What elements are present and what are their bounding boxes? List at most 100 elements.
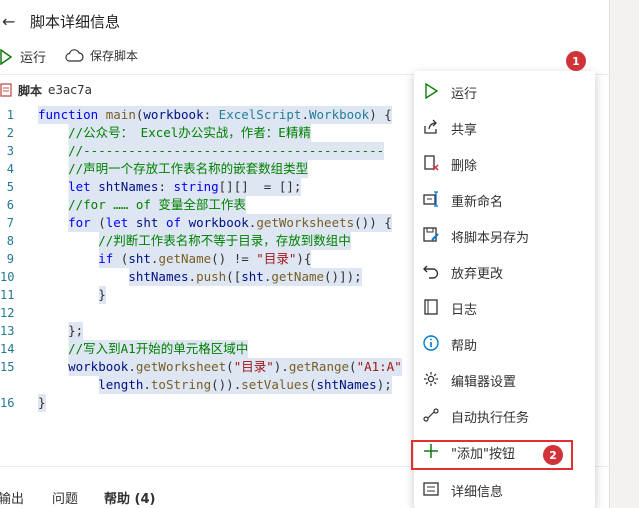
code-line[interactable]: 6 //for …… of 变量全部工作表 xyxy=(0,196,440,214)
menu-item-info[interactable]: 帮助 xyxy=(414,325,595,361)
script-file-icon xyxy=(0,83,12,97)
code-text: workbook.getWorksheet("目录").getRange("A1… xyxy=(38,358,402,376)
header: ← 脚本详细信息 xyxy=(0,0,609,42)
line-number: 15 xyxy=(0,360,15,374)
code-line[interactable]: 9 if (sht.getName() != "目录"){ xyxy=(0,250,440,268)
code-text: //写入到A1开始的单元格区域中 xyxy=(38,340,249,358)
code-line[interactable]: 15 workbook.getWorksheet("目录").getRange(… xyxy=(0,358,440,376)
code-line[interactable]: 14 //写入到A1开始的单元格区域中 xyxy=(0,340,440,358)
toolbar: 运行 保存脚本 xyxy=(0,44,600,70)
line-number: 1 xyxy=(6,108,14,122)
line-number: 9 xyxy=(6,252,14,266)
menu-item-label: 放弃更改 xyxy=(451,267,504,282)
undo-icon xyxy=(423,265,439,279)
play-icon xyxy=(0,48,12,65)
rename-icon xyxy=(423,191,438,207)
code-text: //--------------------------------------… xyxy=(38,142,385,160)
delete-icon xyxy=(424,155,439,171)
menu-item-details[interactable]: 详细信息 xyxy=(414,471,595,507)
line-number: 5 xyxy=(6,180,14,194)
line-number: 10 xyxy=(0,270,15,284)
cloud-save-icon xyxy=(65,48,84,62)
line-number: 16 xyxy=(0,396,15,410)
line-number: 2 xyxy=(6,126,14,140)
line-number: 3 xyxy=(6,144,14,158)
code-line[interactable]: length.toString()).setValues(shtNames); xyxy=(0,376,440,394)
menu-item-label: 自动执行任务 xyxy=(451,411,530,426)
code-text: //声明一个存放工作表名称的嵌套数组类型 xyxy=(38,160,309,178)
menu-item-label: 日志 xyxy=(451,303,478,318)
menu-item-undo[interactable]: 放弃更改 xyxy=(414,253,595,289)
line-number: 12 xyxy=(0,306,15,320)
line-number: 14 xyxy=(0,342,15,356)
line-number: 11 xyxy=(0,288,15,302)
code-text: }; xyxy=(38,322,84,340)
share-icon xyxy=(424,119,437,134)
code-text: //for …… of 变量全部工作表 xyxy=(38,196,246,214)
code-text: if (sht.getName() != "目录"){ xyxy=(38,250,312,268)
step-badge-2: 2 xyxy=(543,445,563,465)
code-text: shtNames.push([sht.getName()]); xyxy=(38,268,362,286)
menu-item-label: 重新命名 xyxy=(451,195,504,210)
tab-help[interactable]: 帮助 (4) xyxy=(104,488,155,507)
menu-item-label: 删除 xyxy=(451,159,478,174)
menu-item-label: 将脚本另存为 xyxy=(451,231,530,246)
code-text: length.toString()).setValues(shtNames); xyxy=(38,376,392,394)
code-text: //公众号： Excel办公实战，作者：E精精 xyxy=(38,124,311,142)
line-number: 8 xyxy=(6,234,14,248)
code-line[interactable]: 3 //------------------------------------… xyxy=(0,142,440,160)
menu-item-label: 详细信息 xyxy=(451,485,504,500)
menu-item-play[interactable]: 运行 xyxy=(414,73,595,109)
code-line[interactable]: 16} xyxy=(0,394,440,412)
menu-item-log[interactable]: 日志 xyxy=(414,289,595,325)
menu-item-save-as[interactable]: 将脚本另存为 xyxy=(414,217,595,253)
code-line[interactable]: 11 } xyxy=(0,286,440,304)
save-script-button[interactable]: 保存脚本 xyxy=(64,47,138,64)
save-button-label: 保存脚本 xyxy=(90,49,139,63)
code-line[interactable]: 8 //判断工作表名称不等于目录，存放到数组中 xyxy=(0,232,440,250)
menu-item-label: 帮助 xyxy=(451,339,478,354)
code-text: let shtNames: string[][] = []; xyxy=(38,178,302,196)
info-icon xyxy=(423,335,439,351)
tab-problems[interactable]: 问题 xyxy=(52,488,78,507)
code-text: } xyxy=(38,286,106,304)
code-line[interactable]: 10 shtNames.push([sht.getName()]); xyxy=(0,268,440,286)
code-line[interactable]: 2 //公众号： Excel办公实战，作者：E精精 xyxy=(0,124,440,142)
play-icon xyxy=(425,83,439,99)
code-editor[interactable]: 1 function main(workbook: ExcelScript.Wor… xyxy=(0,104,440,460)
details-icon xyxy=(423,482,439,496)
menu-item-share[interactable]: 共享 xyxy=(414,109,595,145)
log-icon xyxy=(424,299,438,315)
code-text: for (let sht of workbook.getWorksheets()… xyxy=(38,214,392,232)
menu-item-rename[interactable]: 重新命名 xyxy=(414,181,595,217)
menu-item-label: 运行 xyxy=(451,87,478,102)
menu-item-flow[interactable]: 自动执行任务 xyxy=(414,397,595,433)
script-id: e3ac7a xyxy=(48,83,92,97)
save-as-icon xyxy=(423,227,439,242)
code-line[interactable]: 5 let shtNames: string[][] = []; xyxy=(0,178,440,196)
code-text: } xyxy=(38,394,46,412)
code-line[interactable]: 13 }; xyxy=(0,322,440,340)
line-number: 13 xyxy=(0,324,15,338)
back-arrow-icon[interactable]: ← xyxy=(2,12,15,31)
line-number: 4 xyxy=(6,162,14,176)
side-pane-edge xyxy=(609,0,639,508)
line-number: 7 xyxy=(6,216,14,230)
code-text: function main(workbook: ExcelScript.Work… xyxy=(38,106,392,124)
script-header: 脚本 e3ac7a xyxy=(0,80,92,100)
script-label: 脚本 xyxy=(18,83,43,98)
menu-item-label: 编辑器设置 xyxy=(451,375,517,390)
code-line[interactable]: 12 xyxy=(0,304,440,322)
page-title: 脚本详细信息 xyxy=(30,13,121,31)
code-line[interactable]: 7 for (let sht of workbook.getWorksheets… xyxy=(0,214,440,232)
tab-output[interactable]: 输出 xyxy=(0,488,24,507)
menu-item-label: 共享 xyxy=(451,123,478,138)
code-text: //判断工作表名称不等于目录，存放到数组中 xyxy=(38,232,351,250)
line-number: 6 xyxy=(6,198,14,212)
gear-icon xyxy=(424,372,438,386)
run-button[interactable]: 运行 xyxy=(0,47,46,66)
menu-item-gear[interactable]: 编辑器设置 xyxy=(414,361,595,397)
menu-item-delete[interactable]: 删除 xyxy=(414,145,595,181)
code-line[interactable]: 1 function main(workbook: ExcelScript.Wor… xyxy=(0,106,440,124)
code-line[interactable]: 4 //声明一个存放工作表名称的嵌套数组类型 xyxy=(0,160,440,178)
